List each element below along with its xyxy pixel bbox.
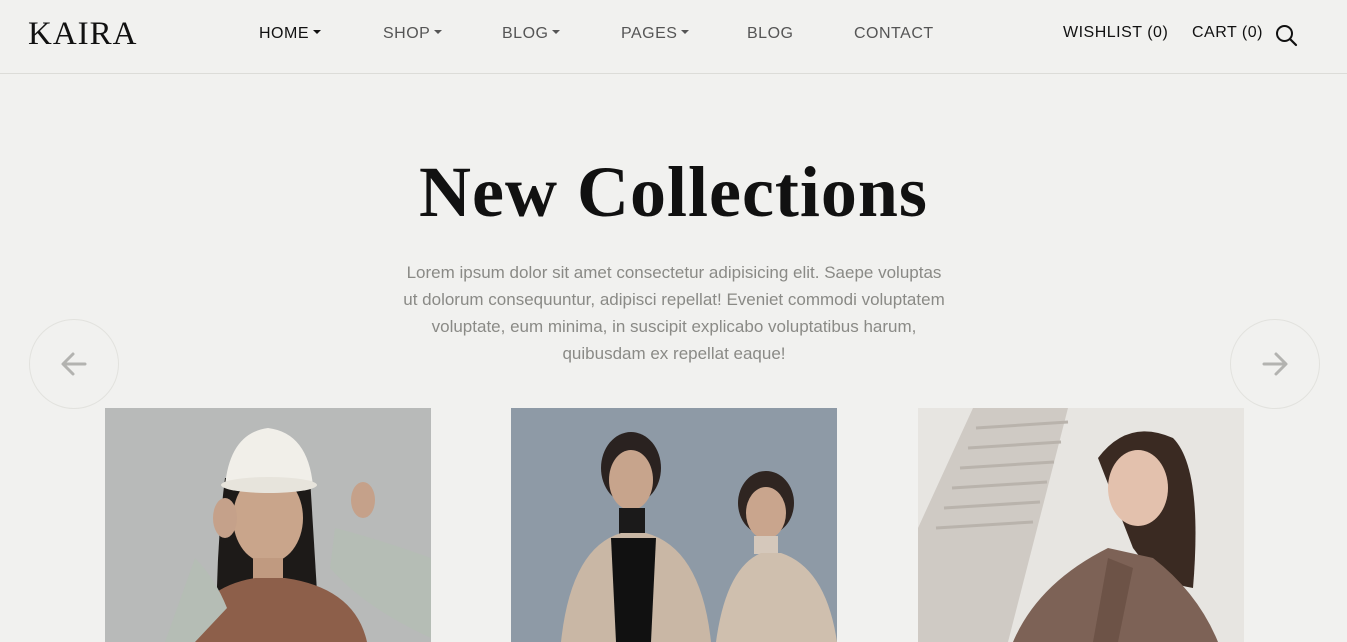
collection-image[interactable]	[105, 408, 431, 642]
nav-item-shop[interactable]: SHOP	[383, 24, 443, 44]
carousel-prev-button[interactable]	[29, 319, 119, 409]
nav-item-label: HOME	[259, 25, 309, 42]
hero-description: Lorem ipsum dolor sit amet consectetur a…	[403, 263, 945, 363]
wishlist-link[interactable]: WISHLIST (0)	[1063, 23, 1168, 43]
page: KAIRA HOME SHOP BLOG PAGES BLOG CONTACT …	[0, 0, 1347, 642]
nav-item-home[interactable]: HOME	[259, 24, 321, 44]
caret-down-icon	[313, 29, 321, 34]
nav-item-blog-dropdown[interactable]: BLOG	[502, 24, 561, 44]
nav-item-label: CONTACT	[854, 25, 934, 42]
nav-item-label: BLOG	[502, 25, 549, 42]
model-photo	[918, 408, 1244, 642]
model-photo	[105, 408, 431, 642]
site-header: KAIRA HOME SHOP BLOG PAGES BLOG CONTACT …	[0, 0, 1347, 74]
arrow-left-icon	[61, 352, 87, 376]
search-icon[interactable]	[1274, 23, 1298, 47]
nav-item-contact[interactable]: CONTACT	[854, 24, 934, 44]
logo[interactable]: KAIRA	[28, 16, 138, 52]
caret-down-icon	[681, 29, 690, 34]
cart-link[interactable]: CART (0)	[1192, 23, 1263, 43]
nav-item-label: PAGES	[621, 25, 678, 42]
arrow-right-icon	[1262, 352, 1288, 376]
nav-item-label: SHOP	[383, 25, 431, 42]
model-photo	[511, 408, 837, 642]
hero-title: New Collections	[419, 152, 928, 232]
nav-item-blog[interactable]: BLOG	[747, 24, 793, 44]
caret-down-icon	[434, 29, 443, 34]
nav-item-pages[interactable]: PAGES	[621, 24, 690, 44]
collection-image[interactable]	[918, 408, 1244, 642]
carousel-next-button[interactable]	[1230, 319, 1320, 409]
nav-item-label: BLOG	[747, 25, 794, 42]
collection-image[interactable]	[511, 408, 837, 642]
caret-down-icon	[552, 29, 561, 34]
